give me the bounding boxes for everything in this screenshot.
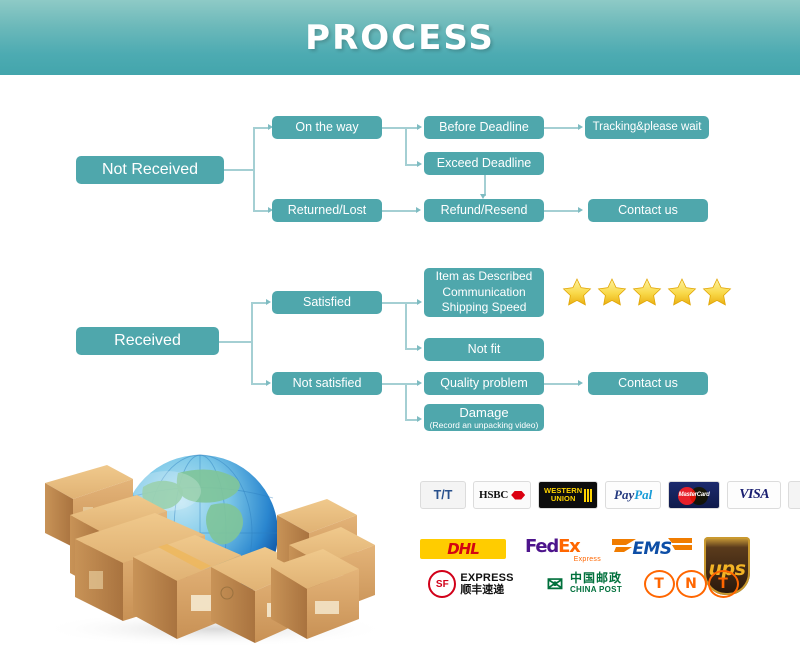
arrow-refund-to-contact	[578, 207, 583, 213]
payment-badge-paypal: Pay Pal	[605, 481, 662, 509]
payment-badge-lc: L/C	[788, 481, 800, 509]
connector-not-received-split	[253, 127, 255, 212]
shipping-carriers-group: DHL FedEx Express EMS ups SF EXPRESS 顺丰速…	[420, 535, 760, 603]
hsbc-hexagon-icon	[511, 490, 526, 500]
connector-not-satisfied-trunk	[382, 383, 406, 385]
node-not-fit[interactable]: Not fit	[424, 338, 544, 361]
arrow-to-item-described	[417, 299, 422, 305]
china-post-wordmark: 中国邮政 CHINA POST	[569, 571, 623, 595]
tnt-letter-t2: T	[707, 570, 739, 598]
visa-wordmark: VISA	[739, 487, 770, 502]
carrier-logo-sf-express: SF EXPRESS 顺丰速递	[422, 570, 520, 598]
node-tracking-please-wait[interactable]: Tracking&please wait	[585, 116, 709, 139]
payment-methods-row: T/T HSBC WESTERN UNION Pay Pal MasterCard…	[420, 481, 800, 509]
arrow-to-exceed-deadline	[417, 161, 422, 167]
node-contact-us-1[interactable]: Contact us	[588, 199, 708, 222]
damage-title: Damage	[459, 404, 509, 420]
node-not-received[interactable]: Not Received	[76, 156, 224, 184]
mastercard-wordmark: MasterCard	[678, 492, 710, 498]
sf-express-cn: 顺丰速递	[460, 583, 505, 596]
node-exceed-deadline[interactable]: Exceed Deadline	[424, 152, 544, 175]
star-icon	[597, 278, 627, 306]
globe-parcel-artwork	[40, 454, 390, 647]
fedex-wordmark: FedEx	[525, 535, 581, 557]
arrow-to-before-deadline	[417, 124, 422, 130]
node-on-the-way[interactable]: On the way	[272, 116, 382, 139]
arrow-to-not-satisfied	[266, 380, 271, 386]
tnt-letter-n: N	[675, 570, 707, 598]
communication-line: Communication	[442, 284, 526, 299]
payment-badge-hsbc: HSBC	[473, 481, 532, 509]
connector-satisfied-trunk	[382, 302, 406, 304]
connector-on-the-way-trunk	[382, 127, 406, 129]
connector-received-trunk	[219, 341, 252, 343]
connector-not-satisfied-split	[405, 383, 407, 420]
paypal-pay: Pay	[614, 487, 635, 502]
fedex-ex: Ex	[558, 535, 581, 557]
connector-received-split	[251, 302, 253, 384]
china-post-icon: ✉	[546, 573, 564, 596]
page-header-banner: PROCESS	[0, 0, 800, 75]
hsbc-wordmark: HSBC	[479, 489, 509, 501]
node-not-satisfied[interactable]: Not satisfied	[272, 372, 382, 395]
arrow-to-damage	[417, 416, 422, 422]
connector-deadline-split	[405, 127, 407, 165]
tnt-wordmark: T N T	[643, 570, 739, 598]
carrier-logo-dhl: DHL	[420, 539, 506, 559]
node-refund-resend[interactable]: Refund/Resend	[424, 199, 544, 222]
carrier-logo-fedex: FedEx Express	[525, 537, 601, 563]
connector-quality-to-contact	[544, 383, 580, 385]
connector-refund-to-contact	[544, 210, 580, 212]
connector-to-tracking	[544, 127, 580, 129]
paypal-pal: Pal	[634, 487, 653, 502]
payment-badge-visa: VISA	[727, 481, 782, 509]
arrow-to-tracking	[578, 124, 583, 130]
rating-stars	[562, 277, 732, 307]
sf-circle-icon: SF	[428, 570, 457, 598]
process-page: PROCESS Not Received On the way Returned…	[0, 0, 800, 669]
arrow-quality-to-contact	[578, 380, 583, 386]
node-before-deadline[interactable]: Before Deadline	[424, 116, 544, 139]
page-title: PROCESS	[305, 17, 495, 58]
node-received[interactable]: Received	[76, 327, 219, 355]
connector-not-received-trunk	[224, 169, 254, 171]
star-icon	[702, 278, 732, 306]
arrow-to-quality-problem	[417, 380, 422, 386]
dhl-wordmark: DHL	[447, 540, 480, 558]
shipping-speed-line: Shipping Speed	[441, 300, 527, 315]
connector-returned-to-refund	[382, 210, 418, 212]
item-described-line: Item as Described	[435, 268, 533, 283]
china-post-en: CHINA POST	[569, 585, 623, 594]
node-damage[interactable]: Damage (Record an unpacking video)	[424, 404, 544, 431]
carrier-logo-ems: EMS	[612, 537, 692, 561]
fedex-sublabel: Express	[573, 555, 601, 563]
damage-note: (Record an unpacking video)	[429, 419, 539, 430]
connector-exceed-to-refund	[484, 175, 486, 196]
star-icon	[632, 278, 662, 306]
arrow-returned-to-refund	[416, 207, 421, 213]
arrow-to-not-fit	[417, 345, 422, 351]
node-contact-us-2[interactable]: Contact us	[588, 372, 708, 395]
node-item-as-described[interactable]: Item as Described Communication Shipping…	[424, 268, 544, 317]
payment-badge-mastercard: MasterCard	[668, 481, 721, 509]
connector-satisfied-split	[405, 302, 407, 349]
node-returned-lost[interactable]: Returned/Lost	[272, 199, 382, 222]
sf-wordmark: EXPRESS 顺丰速递	[460, 573, 513, 596]
western-union-bars-icon	[584, 488, 593, 502]
star-icon	[562, 278, 592, 306]
china-post-cn: 中国邮政	[569, 571, 622, 585]
carrier-logo-china-post: ✉ 中国邮政 CHINA POST	[528, 571, 638, 597]
ems-wordmark: EMS	[632, 539, 672, 559]
payment-badge-tt: T/T	[420, 481, 466, 509]
node-quality-problem[interactable]: Quality problem	[424, 372, 544, 395]
arrow-to-satisfied	[266, 299, 271, 305]
payment-badge-western-union: WESTERN UNION	[538, 481, 599, 509]
tnt-letter-t1: T	[643, 570, 675, 598]
node-satisfied[interactable]: Satisfied	[272, 291, 382, 314]
carrier-logo-tnt: T N T	[643, 570, 739, 598]
star-icon	[667, 278, 697, 306]
western-union-line2: UNION	[550, 494, 576, 503]
fedex-fed: Fed	[525, 535, 559, 557]
